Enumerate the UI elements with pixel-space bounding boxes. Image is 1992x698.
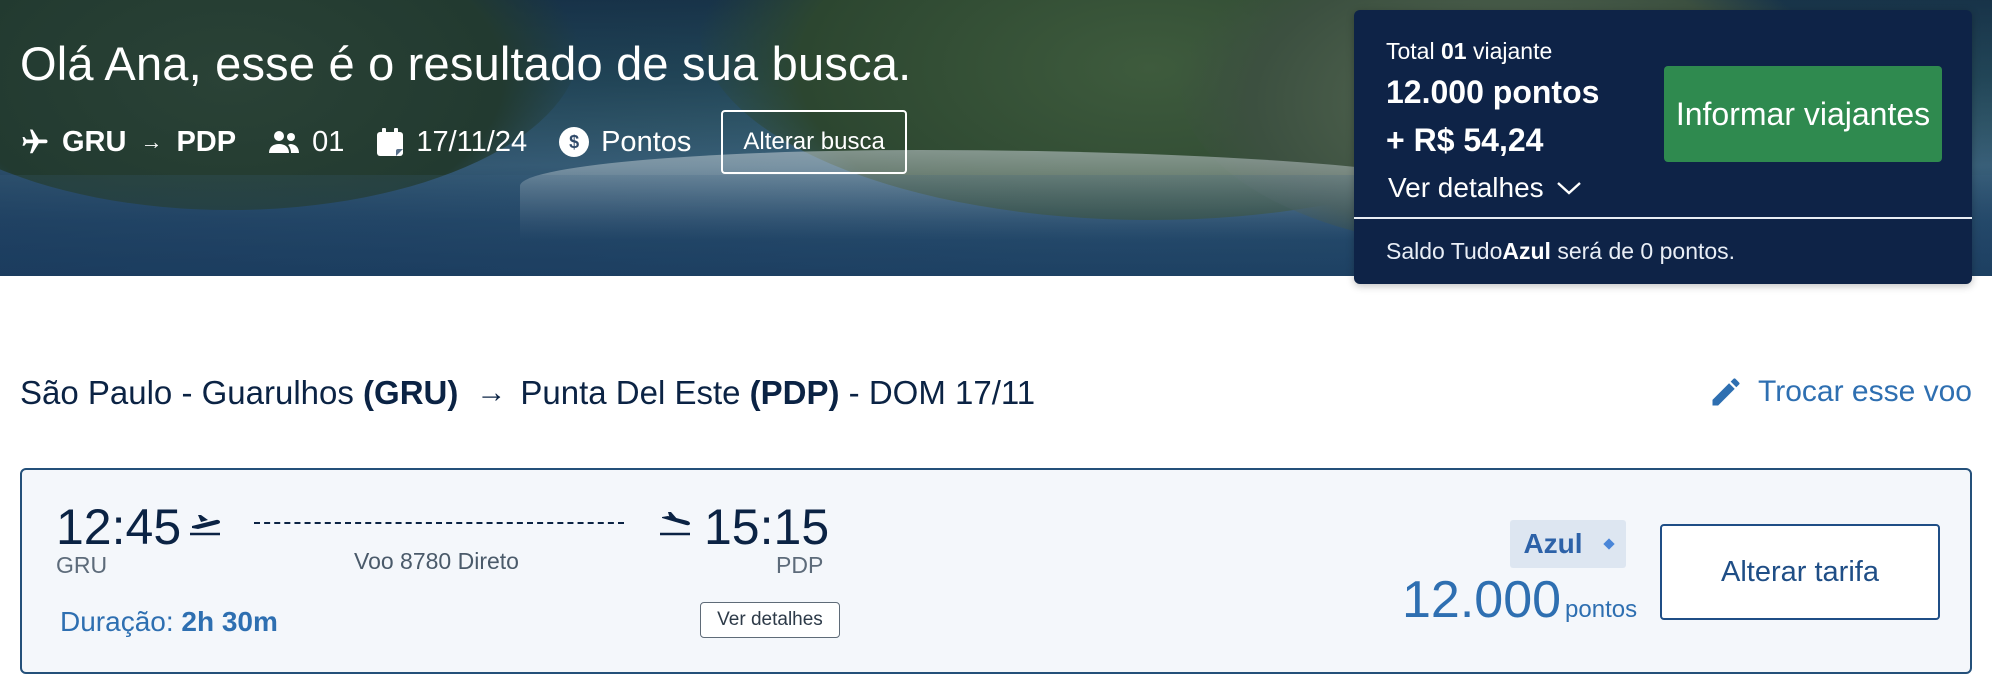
change-flight-link[interactable]: Trocar esse voo: [1708, 374, 1972, 410]
search-summary: GRU → PDP 01 17/11/24 $ Pontos Alterar b…: [20, 110, 907, 174]
flight-number: Voo 8780 Direto: [354, 548, 519, 574]
departure-code: GRU: [56, 552, 108, 578]
total-count: 01: [1440, 38, 1467, 64]
landing-icon: [658, 510, 694, 545]
passenger-count: 01: [312, 125, 345, 158]
total-points: 12.000 pontos: [1386, 74, 1600, 110]
calendar-icon: [376, 127, 404, 157]
destination-code: PDP: [176, 125, 237, 158]
coin-icon: $: [559, 127, 590, 157]
total-travelers: Total 01 viajante: [1386, 38, 1552, 65]
total-label: Total: [1386, 38, 1435, 64]
arrow-right-icon: →: [140, 129, 163, 154]
users-icon: [268, 129, 300, 155]
balance-info: Saldo TudoAzul será de 0 pontos.: [1386, 238, 1735, 265]
inform-travelers-button[interactable]: Informar viajantes: [1664, 66, 1942, 162]
passengers-summary: 01: [268, 126, 344, 159]
route-date: - DOM 17/11: [848, 374, 1036, 411]
booking-summary-card: Total 01 viajante 12.000 pontos + R$ 54,…: [1354, 10, 1972, 284]
origin-city-code: (GRU): [363, 374, 459, 411]
duration-value: 2h 30m: [181, 606, 278, 637]
pencil-icon: [1708, 374, 1744, 410]
departure-time: 12:45: [56, 499, 182, 555]
payment-summary: $ Pontos: [559, 126, 691, 159]
flight-duration: Duração: 2h 30m: [60, 606, 278, 638]
change-flight-label: Trocar esse voo: [1758, 375, 1972, 408]
flight-details-button[interactable]: Ver detalhes: [700, 602, 840, 638]
airplane-icon: [20, 127, 50, 157]
arrival-time: 15:15: [704, 499, 830, 555]
payment-type: Pontos: [601, 125, 692, 158]
page-title: Olá Ana, esse é o resultado de sua busca…: [20, 37, 912, 90]
route-summary: GRU → PDP: [20, 126, 236, 159]
route-heading: São Paulo - Guarulhos (GRU) → Punta Del …: [20, 374, 1035, 412]
balance-brand: Azul: [1502, 238, 1551, 264]
flight-path-line: [254, 522, 624, 524]
flight-card[interactable]: 12:45 15:15 GRU Voo 8780 Direto PDP Dura…: [20, 468, 1972, 674]
destination-city: Punta Del Este: [520, 374, 741, 411]
origin-city: São Paulo - Guarulhos: [20, 374, 354, 411]
alter-search-button[interactable]: Alterar busca: [721, 110, 907, 174]
duration-label: Duração:: [60, 606, 174, 637]
fare-badge: Azul: [1510, 520, 1626, 568]
balance-prefix: Saldo Tudo: [1386, 238, 1503, 264]
see-details-toggle[interactable]: Ver detalhes: [1388, 172, 1582, 204]
arrow-right-icon: →: [476, 376, 507, 409]
date-summary: 17/11/24: [376, 126, 527, 159]
see-details-label: Ver detalhes: [1388, 172, 1544, 203]
arrival-code: PDP: [776, 552, 824, 578]
price-value: 12.000: [1402, 571, 1562, 629]
fare-price: 12.000 pontos: [1402, 570, 1637, 630]
origin-code: GRU: [62, 125, 127, 158]
takeoff-icon: [188, 510, 224, 545]
chevron-down-icon: [1556, 180, 1582, 196]
fare-name: Azul: [1523, 528, 1583, 559]
balance-suffix: será de 0 pontos.: [1550, 238, 1736, 264]
destination-city-code: (PDP): [749, 374, 840, 411]
price-unit: pontos: [1565, 596, 1638, 623]
alter-fare-button[interactable]: Alterar tarifa: [1660, 524, 1940, 620]
divider: [1354, 217, 1972, 219]
travel-date: 17/11/24: [416, 125, 528, 158]
diamond-icon: [1602, 538, 1615, 550]
total-suffix: viajante: [1472, 38, 1553, 64]
total-money: + R$ 54,24: [1386, 122, 1544, 158]
